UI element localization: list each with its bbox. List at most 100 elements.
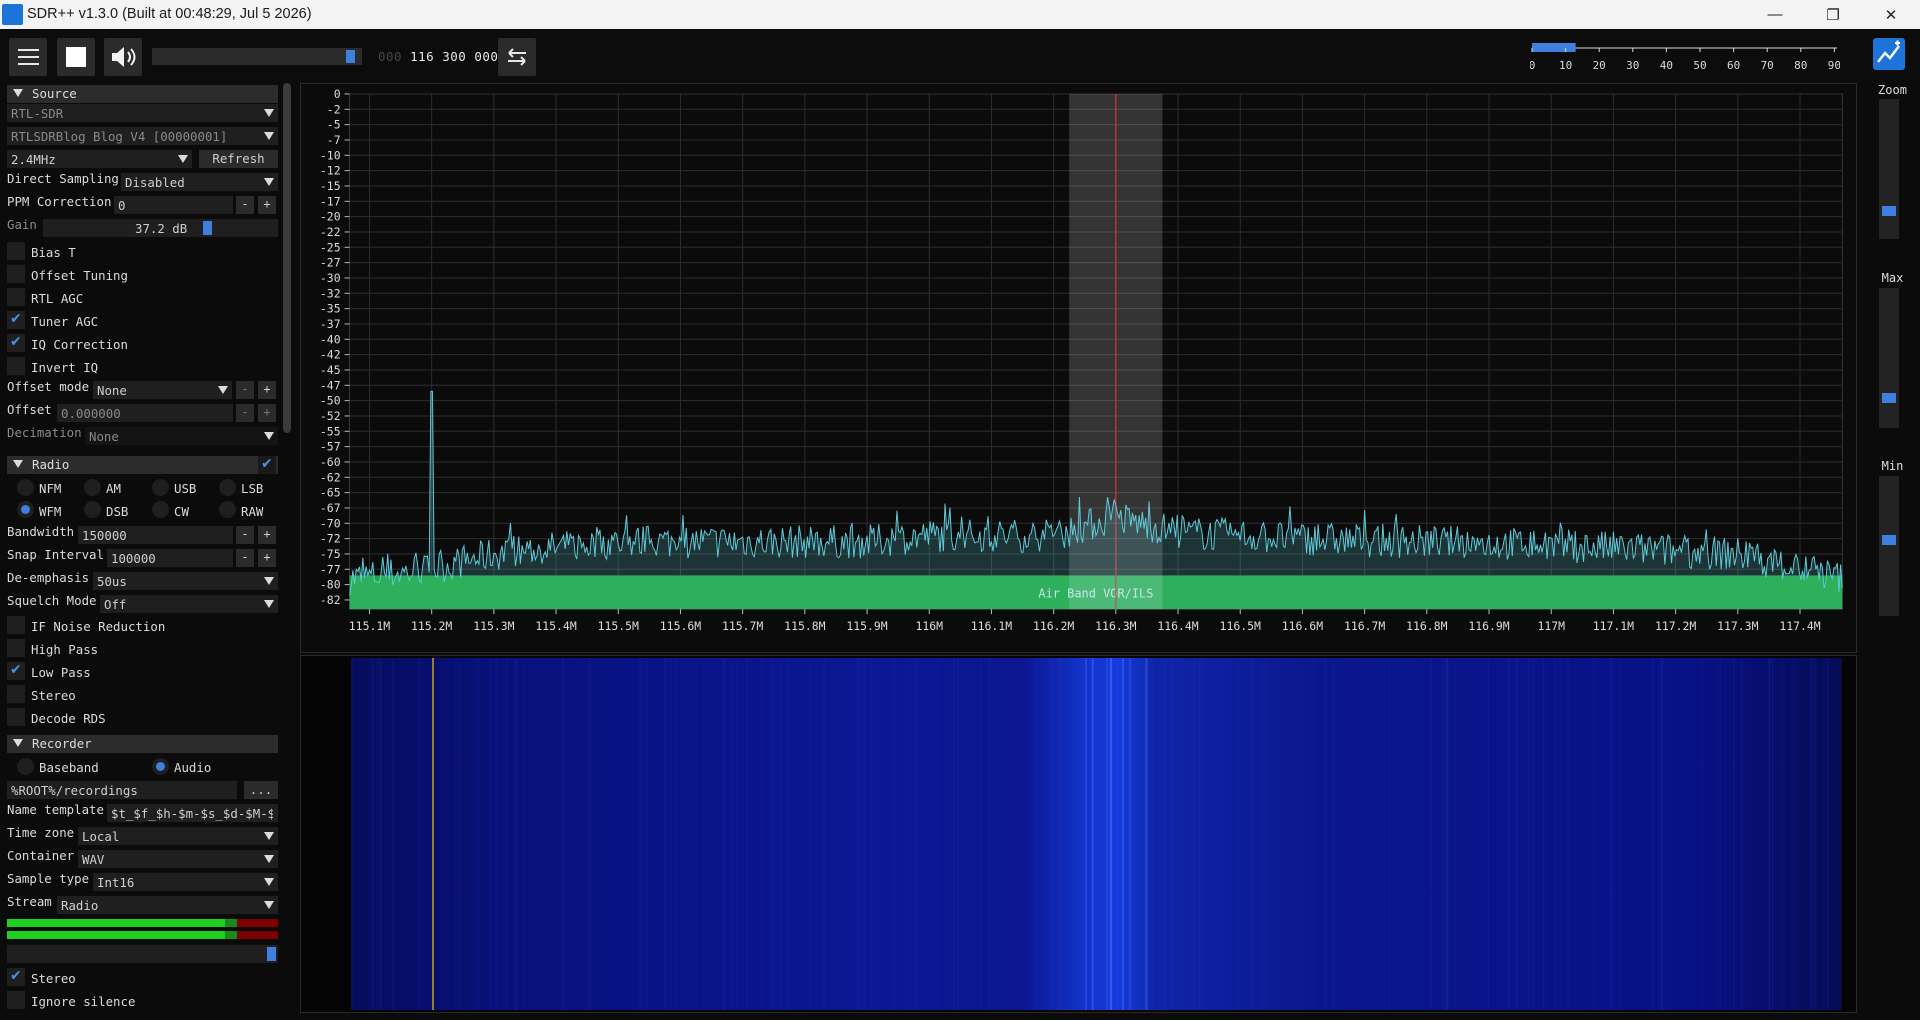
waterfall-streak [1701, 657, 1704, 1011]
waterfall-streak [1487, 657, 1490, 1011]
record-stereo-checkbox[interactable]: ✔ [7, 968, 25, 986]
high-pass-checkbox[interactable] [7, 639, 25, 657]
waterfall-streak [1714, 657, 1717, 1011]
deemphasis-select[interactable]: 50us [93, 572, 278, 590]
close-button[interactable]: ✕ [1862, 0, 1920, 29]
stop-button[interactable] [57, 38, 95, 76]
sample-type-select[interactable]: Int16 [93, 873, 278, 891]
recording-volume-slider[interactable] [7, 945, 278, 963]
sdrpp-logo[interactable] [1873, 38, 1905, 70]
offset-increment-button[interactable]: + [258, 404, 276, 422]
if-noise-reduction-checkbox[interactable] [7, 616, 25, 634]
sample-rate-select[interactable]: 2.4MHz [7, 150, 192, 168]
stereo-label: Stereo [31, 688, 76, 703]
mode-am-radio[interactable] [84, 479, 101, 496]
mode-wfm-radio[interactable] [17, 501, 34, 518]
rtl-agc-checkbox[interactable] [7, 288, 25, 306]
waterfall-streak [1666, 657, 1669, 1011]
waterfall-streak [935, 657, 938, 1011]
record-baseband-radio[interactable] [17, 758, 34, 775]
mode-nfm-radio[interactable] [17, 479, 34, 496]
frequency-leading-digits[interactable]: 000 [378, 49, 410, 64]
ppm-decrement-button[interactable]: - [236, 196, 254, 214]
offset-mode-select[interactable]: None [93, 381, 232, 399]
invert-iq-checkbox[interactable] [7, 357, 25, 375]
container-select[interactable]: WAV [78, 850, 278, 868]
ppm-input[interactable]: 0 [114, 196, 233, 214]
decimation-select[interactable]: None [85, 427, 278, 445]
offset-decrement-button[interactable]: - [236, 404, 254, 422]
offset-mode-decrement-button[interactable]: - [236, 381, 254, 399]
decode-rds-checkbox[interactable] [7, 708, 25, 726]
offset-mode-increment-button[interactable]: + [258, 381, 276, 399]
sample-type-value: Int16 [97, 875, 135, 890]
max-level-slider[interactable] [1879, 288, 1899, 428]
zoom-slider[interactable] [1879, 99, 1899, 239]
mode-lsb-radio[interactable] [219, 479, 236, 496]
iq-correction-checkbox[interactable]: ✔ [7, 334, 25, 352]
zoom-slider-grab[interactable] [1882, 205, 1896, 216]
mode-cw-radio[interactable] [152, 501, 169, 518]
tuning-mode-button[interactable] [498, 38, 536, 76]
fft-spectrum[interactable]: Air Band VOR/ILS 0-2-5-7-10-12-15-17-20-… [300, 83, 1857, 653]
menu-button[interactable] [9, 38, 47, 76]
volume-slider[interactable] [152, 48, 362, 65]
mode-usb-radio[interactable] [152, 479, 169, 496]
recording-volume-grab[interactable] [267, 947, 276, 961]
radio-header[interactable]: Radio [7, 456, 278, 474]
gain-slider[interactable]: 37.2 dB [43, 219, 278, 237]
waterfall-streak [1181, 657, 1184, 1011]
settings-scrollbar[interactable] [283, 83, 291, 433]
source-header[interactable]: Source [7, 85, 278, 103]
frequency-digits[interactable]: 116 300 000 [410, 49, 498, 64]
record-audio-radio[interactable] [152, 758, 169, 775]
ppm-increment-button[interactable]: + [258, 196, 276, 214]
waterfall[interactable] [300, 655, 1857, 1013]
snap-increment-button[interactable]: + [258, 549, 276, 567]
browse-button[interactable]: ... [244, 781, 278, 799]
chevron-down-icon [264, 600, 274, 608]
mute-button[interactable] [104, 38, 142, 76]
frequency-display[interactable]: 000 116 300 000 [378, 49, 498, 64]
direct-sampling-select[interactable]: Disabled [121, 173, 278, 191]
refresh-button[interactable]: Refresh [199, 150, 278, 168]
min-level-slider[interactable] [1879, 476, 1899, 616]
bandwidth-increment-button[interactable]: + [258, 526, 276, 544]
bias-t-checkbox[interactable] [7, 242, 25, 260]
minimize-button[interactable]: — [1746, 0, 1804, 29]
mode-raw-radio[interactable] [219, 501, 236, 518]
source-type-select[interactable]: RTL-SDR [7, 104, 278, 122]
mode-dsb-radio[interactable] [84, 501, 101, 518]
bandwidth-decrement-button[interactable]: - [236, 526, 254, 544]
recorder-header[interactable]: Recorder [7, 735, 278, 753]
name-template-input[interactable]: $t_$f_$h-$m-$s_$d-$M-$y [107, 804, 278, 822]
tuner-agc-checkbox[interactable]: ✔ [7, 311, 25, 329]
restore-button[interactable]: ❐ [1804, 0, 1862, 29]
device-select[interactable]: RTLSDRBlog Blog V4 [00000001] [7, 127, 278, 145]
offset-value: 0.000000 [61, 406, 121, 421]
offset-input[interactable]: 0.000000 [57, 404, 233, 422]
max-label: Max [1881, 271, 1904, 285]
stream-select[interactable]: Radio [57, 896, 278, 914]
waterfall-streak [731, 657, 733, 1011]
ignore-silence-checkbox[interactable] [7, 991, 25, 1009]
max-slider-grab[interactable] [1882, 393, 1896, 404]
recording-path-input[interactable]: %ROOT%/recordings [7, 781, 237, 799]
waterfall-streak [1740, 657, 1743, 1011]
plot-area[interactable]: Air Band VOR/ILS 0-2-5-7-10-12-15-17-20-… [300, 83, 1857, 1013]
bandwidth-input[interactable]: 150000 [78, 526, 233, 544]
settings-panel[interactable]: Source RTL-SDR RTLSDRBlog Blog V4 [00000… [0, 83, 292, 1020]
snap-interval-input[interactable]: 100000 [107, 549, 233, 567]
offset-tuning-checkbox[interactable] [7, 265, 25, 283]
gain-slider-grab[interactable] [203, 221, 212, 235]
waterfall-streak [371, 657, 374, 1011]
squelch-mode-select[interactable]: Off [100, 595, 278, 613]
stereo-checkbox[interactable] [7, 685, 25, 703]
time-zone-select[interactable]: Local [78, 827, 278, 845]
low-pass-checkbox[interactable]: ✔ [7, 662, 25, 680]
fft-y-tick-label: -70 [320, 516, 341, 530]
volume-slider-grab[interactable] [346, 50, 356, 63]
min-slider-grab[interactable] [1882, 534, 1896, 545]
snap-decrement-button[interactable]: - [236, 549, 254, 567]
radio-enable-checkbox[interactable]: ✔ [258, 456, 276, 474]
